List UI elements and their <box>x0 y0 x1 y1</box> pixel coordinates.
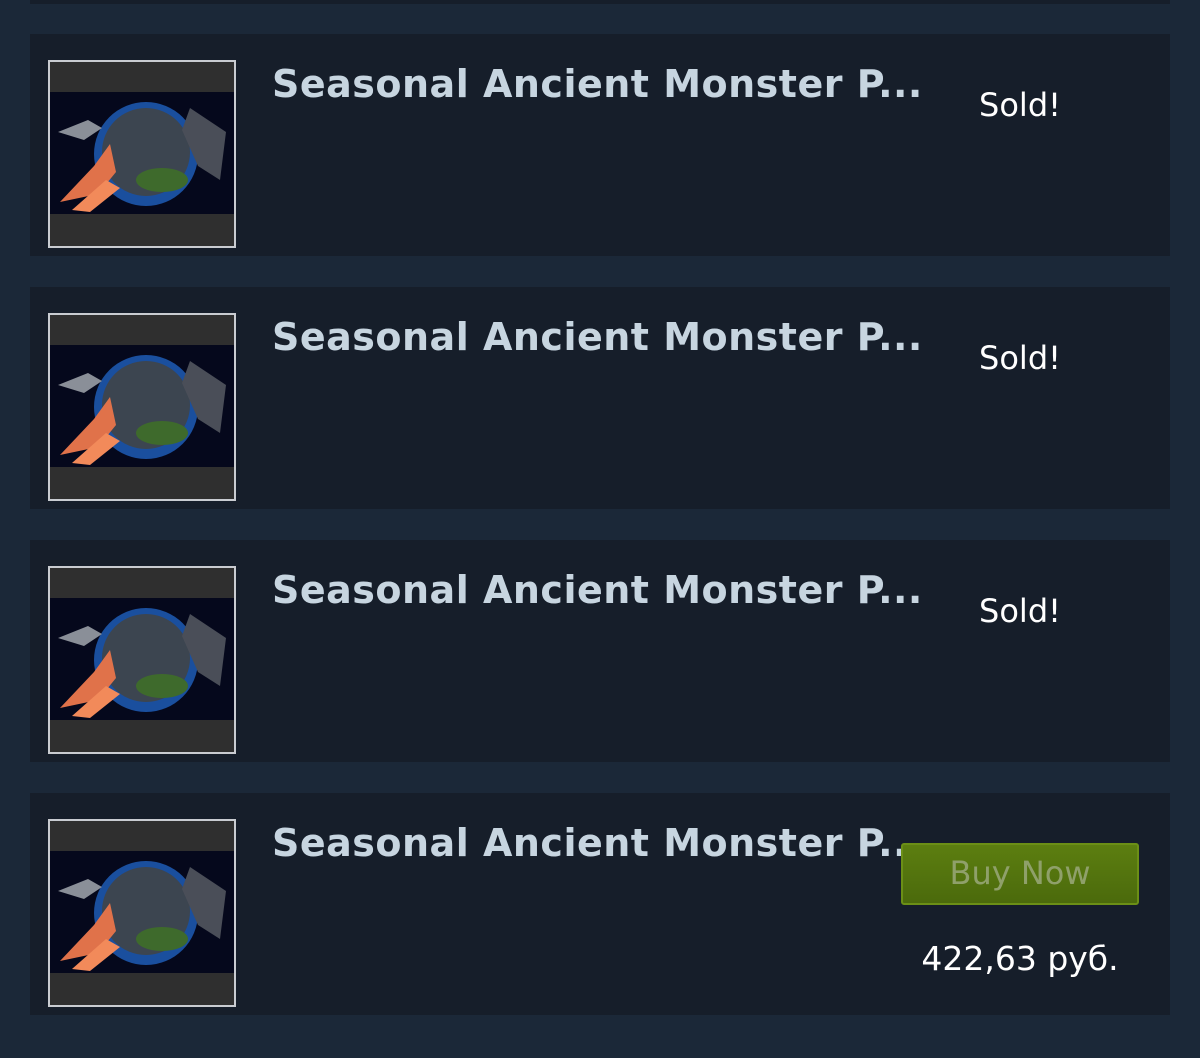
item-image <box>50 568 234 752</box>
item-image <box>50 821 234 1005</box>
item-name[interactable]: Seasonal Ancient Monster P... <box>272 315 923 359</box>
item-name[interactable]: Seasonal Ancient Monster P... <box>272 62 923 106</box>
item-image <box>50 315 234 499</box>
item-thumbnail[interactable] <box>48 60 236 248</box>
item-image <box>50 62 234 246</box>
buy-now-button[interactable]: Buy Now <box>901 843 1139 905</box>
item-name[interactable]: Seasonal Ancient Monster P... <box>272 821 923 865</box>
listing-row[interactable]: Seasonal Ancient Monster P... Sold! <box>30 540 1170 762</box>
item-name[interactable]: Seasonal Ancient Monster P... <box>272 568 923 612</box>
item-price: 422,63 руб. <box>921 939 1119 978</box>
sold-status: Sold! <box>979 86 1061 124</box>
sold-status: Sold! <box>979 592 1061 630</box>
listing-row[interactable]: Seasonal Ancient Monster P... Buy Now 42… <box>30 793 1170 1015</box>
previous-listing-edge <box>30 0 1170 4</box>
sold-status: Sold! <box>979 339 1061 377</box>
listing-row[interactable]: Seasonal Ancient Monster P... Sold! <box>30 34 1170 256</box>
item-thumbnail[interactable] <box>48 819 236 1007</box>
item-thumbnail[interactable] <box>48 313 236 501</box>
item-thumbnail[interactable] <box>48 566 236 754</box>
listing-row[interactable]: Seasonal Ancient Monster P... Sold! <box>30 287 1170 509</box>
